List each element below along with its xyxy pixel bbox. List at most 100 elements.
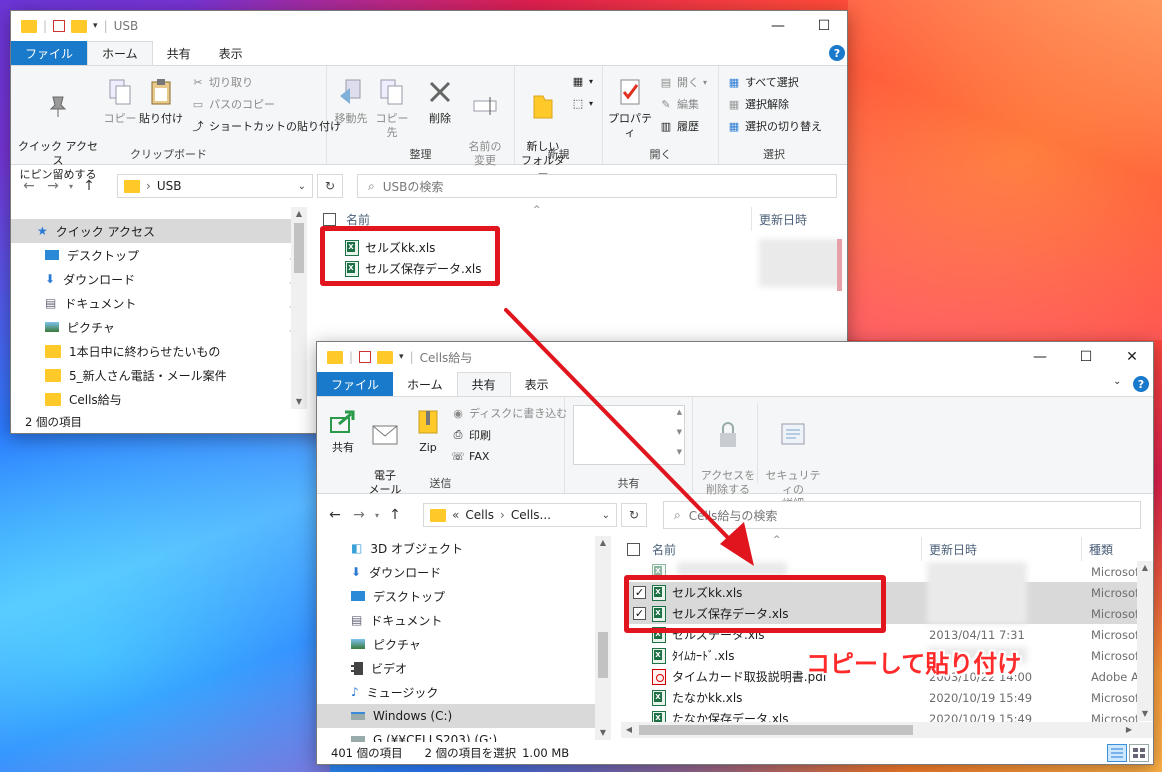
- close-button[interactable]: ✕: [847, 11, 848, 41]
- move-to-button[interactable]: 移動先: [333, 76, 369, 126]
- forward-button[interactable]: →: [41, 178, 65, 194]
- remove-access-button[interactable]: アクセスを 削除する: [697, 405, 759, 497]
- new-folder-button[interactable]: 新しい フォルダー: [519, 76, 567, 182]
- file-row[interactable]: たなかkk.xls 2020/10/19 15:49 Microsof: [633, 687, 1149, 708]
- share-button[interactable]: 共有: [323, 405, 363, 455]
- file-list-hscrollbar[interactable]: ◀ ▶: [621, 722, 1153, 738]
- address-dropdown-icon[interactable]: ⌄: [602, 510, 610, 521]
- copy-button[interactable]: コピー: [103, 76, 137, 126]
- file-list-vscrollbar[interactable]: ▲ ▼: [1137, 561, 1153, 721]
- nav-item-pictures[interactable]: ピクチャ📌: [11, 315, 307, 339]
- close-button[interactable]: ✕: [1109, 342, 1153, 372]
- nav-scrollbar[interactable]: ▲ ▼: [291, 207, 307, 409]
- nav-item-3d-objects[interactable]: ◧ 3D オブジェクト: [317, 536, 597, 560]
- copy-to-button[interactable]: コピー先: [373, 76, 411, 140]
- search-input[interactable]: ⌕ USBの検索: [357, 174, 837, 198]
- paste-button[interactable]: 貼り付け: [139, 76, 183, 126]
- large-icons-view-icon[interactable]: [1129, 744, 1149, 762]
- edit-button[interactable]: ✎ 編集: [659, 96, 699, 112]
- properties-button[interactable]: プロパティ: [605, 76, 655, 140]
- address-bar[interactable]: « Cells › Cells... ⌄: [423, 503, 617, 527]
- new-item-button[interactable]: ▦ ▾: [571, 74, 593, 88]
- recent-locations-button[interactable]: ▾: [65, 182, 77, 191]
- easy-access-button[interactable]: ⬚ ▾: [571, 96, 593, 110]
- nav-item-desktop[interactable]: デスクトップ: [317, 584, 597, 608]
- nav-item-quick-access[interactable]: ★ クイック アクセス: [11, 219, 307, 243]
- tab-home[interactable]: ホーム: [393, 372, 457, 396]
- scroll-right-icon[interactable]: ▶: [1121, 723, 1137, 737]
- scroll-down-icon[interactable]: ▼: [1137, 707, 1153, 721]
- refresh-button[interactable]: ↻: [317, 174, 343, 198]
- nav-item-documents[interactable]: ▤ ドキュメント: [317, 608, 597, 632]
- security-button[interactable]: セキュリティの 詳細: [761, 405, 825, 511]
- nav-item-folder[interactable]: Cells給与: [11, 387, 307, 411]
- list-scroll-up-icon[interactable]: ▲: [677, 408, 682, 416]
- path-segment[interactable]: Cells...: [511, 508, 551, 522]
- select-all-checkbox[interactable]: [323, 212, 336, 226]
- column-divider[interactable]: [1081, 537, 1082, 561]
- nav-item-documents[interactable]: ▤ドキュメント📌: [11, 291, 307, 315]
- tab-view[interactable]: 表示: [205, 41, 257, 65]
- properties-icon[interactable]: [359, 351, 372, 363]
- scroll-down-icon[interactable]: ▼: [291, 395, 307, 409]
- nav-item-windows-c[interactable]: Windows (C:): [317, 704, 597, 728]
- nav-item-downloads[interactable]: ⬇ダウンロード📌: [11, 267, 307, 291]
- cut-button[interactable]: ✂ 切り取り: [191, 74, 253, 90]
- back-button[interactable]: ←: [323, 507, 347, 523]
- scroll-thumb[interactable]: [598, 632, 608, 678]
- nav-scrollbar[interactable]: ▲ ▼: [595, 536, 611, 740]
- tab-home[interactable]: ホーム: [87, 41, 153, 65]
- scroll-down-icon[interactable]: ▼: [595, 726, 611, 740]
- print-button[interactable]: ⎙ 印刷: [451, 427, 491, 443]
- column-header-type[interactable]: 種類: [1089, 537, 1149, 561]
- customize-quick-access-icon[interactable]: ▾: [399, 352, 404, 362]
- refresh-button[interactable]: ↻: [621, 503, 647, 527]
- nav-item-desktop[interactable]: デスクトップ📌: [11, 243, 307, 267]
- column-header-modified[interactable]: 更新日時: [929, 537, 1079, 561]
- pin-quick-access-button[interactable]: クイック アクセス にピン留めする: [15, 76, 101, 182]
- path-segment[interactable]: Cells: [465, 508, 494, 522]
- new-folder-icon[interactable]: [71, 19, 88, 33]
- select-none-button[interactable]: ▦ 選択解除: [727, 96, 789, 112]
- properties-icon[interactable]: [53, 20, 66, 32]
- scroll-thumb[interactable]: [294, 223, 304, 273]
- nav-item-pictures[interactable]: ピクチャ: [317, 632, 597, 656]
- scroll-up-icon[interactable]: ▲: [291, 207, 307, 221]
- maximize-button[interactable]: ☐: [1063, 342, 1109, 372]
- scroll-up-icon[interactable]: ▲: [595, 536, 611, 550]
- customize-quick-access-icon[interactable]: ▾: [93, 21, 98, 31]
- nav-item-folder[interactable]: 1本日中に終わらせたいもの: [11, 339, 307, 363]
- nav-item-folder[interactable]: 5_新人さん電話・メール案件: [11, 363, 307, 387]
- history-button[interactable]: ▥ 履歴: [659, 118, 699, 134]
- delete-button[interactable]: 削除: [423, 76, 457, 126]
- maximize-button[interactable]: ☐: [801, 11, 847, 41]
- search-input[interactable]: ⌕ Cells給与の検索: [663, 501, 1141, 529]
- recent-locations-button[interactable]: ▾: [371, 511, 383, 520]
- address-dropdown-icon[interactable]: ⌄: [298, 181, 306, 192]
- path-segment[interactable]: USB: [157, 179, 182, 193]
- up-button[interactable]: ↑: [77, 178, 101, 194]
- open-button[interactable]: ▤ 開く ▾: [659, 74, 707, 90]
- tab-file[interactable]: ファイル: [11, 41, 88, 65]
- tab-file[interactable]: ファイル: [317, 372, 394, 396]
- details-view-icon[interactable]: [1107, 744, 1127, 762]
- list-scroll-down-icon[interactable]: ▼: [677, 428, 682, 436]
- column-header-modified[interactable]: 更新日時: [759, 207, 847, 231]
- forward-button[interactable]: →: [347, 507, 371, 523]
- column-divider[interactable]: [921, 537, 922, 561]
- scroll-up-icon[interactable]: ▲: [1137, 561, 1153, 575]
- back-button[interactable]: ←: [17, 178, 41, 194]
- minimize-button[interactable]: —: [1017, 342, 1063, 372]
- tab-share[interactable]: 共有: [456, 372, 511, 396]
- select-all-button[interactable]: ▦ すべて選択: [727, 74, 799, 90]
- column-header-name[interactable]: 名前 ^: [627, 535, 917, 561]
- zip-button[interactable]: Zip: [411, 405, 445, 455]
- nav-item-videos[interactable]: ビデオ: [317, 656, 597, 680]
- tab-share[interactable]: 共有: [153, 41, 205, 65]
- expand-ribbon-icon[interactable]: ⌄: [1113, 376, 1121, 387]
- nav-item-music[interactable]: ♪ ミュージック: [317, 680, 597, 704]
- help-icon[interactable]: ?: [1133, 376, 1149, 392]
- nav-item-downloads[interactable]: ⬇ ダウンロード: [317, 560, 597, 584]
- scroll-left-icon[interactable]: ◀: [621, 723, 637, 737]
- nav-item-network-drive[interactable]: G (¥¥CELLS203) (G:): [317, 728, 597, 742]
